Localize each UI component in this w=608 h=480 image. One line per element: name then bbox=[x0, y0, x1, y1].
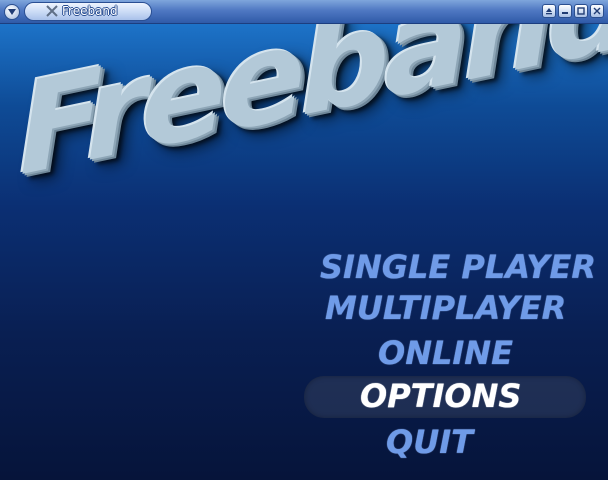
window-controls bbox=[542, 4, 604, 20]
window-title: Freeband bbox=[62, 4, 118, 18]
game-window: Freeband Freeband SINGLE PLAYER MULTIPLA… bbox=[0, 0, 608, 480]
window-title-pill: Freeband bbox=[24, 2, 152, 21]
window-minimize-button[interactable] bbox=[558, 4, 572, 18]
window-menu-button[interactable] bbox=[4, 4, 20, 20]
game-canvas: Freeband SINGLE PLAYER MULTIPLAYER ONLIN… bbox=[0, 24, 608, 480]
window-close-button[interactable] bbox=[590, 4, 604, 18]
menu-item-quit[interactable]: QUIT bbox=[386, 422, 473, 462]
minimize-icon bbox=[562, 12, 568, 14]
window-titlebar[interactable]: Freeband bbox=[0, 0, 608, 24]
eject-icon bbox=[546, 8, 552, 15]
window-shade-button[interactable] bbox=[542, 4, 556, 18]
menu-item-multiplayer[interactable]: MULTIPLAYER bbox=[325, 288, 566, 328]
chevron-down-icon bbox=[8, 9, 16, 15]
menu-item-options[interactable]: OPTIONS bbox=[360, 376, 521, 416]
menu-item-single-player[interactable]: SINGLE PLAYER bbox=[320, 247, 596, 287]
app-x-icon bbox=[46, 5, 58, 17]
maximize-icon bbox=[577, 7, 585, 15]
menu-item-online[interactable]: ONLINE bbox=[378, 333, 513, 373]
main-menu: SINGLE PLAYER MULTIPLAYER ONLINE OPTIONS… bbox=[0, 24, 608, 480]
window-maximize-button[interactable] bbox=[574, 4, 588, 18]
close-icon bbox=[593, 7, 601, 15]
